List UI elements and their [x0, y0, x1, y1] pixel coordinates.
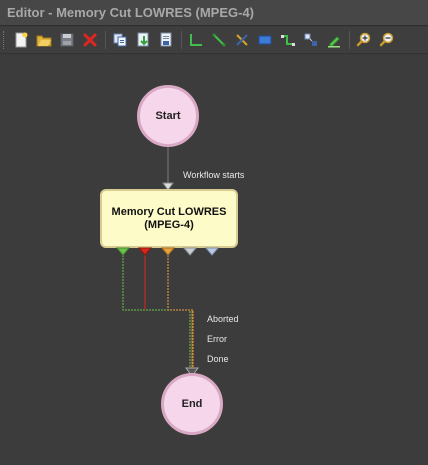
cut-connection-button[interactable]: [232, 30, 252, 50]
route-connector-button[interactable]: [278, 30, 298, 50]
workflow-canvas[interactable]: Start Workflow starts Memory Cut LOWRES …: [0, 55, 428, 465]
save-button[interactable]: [57, 30, 77, 50]
folder-open-icon: [36, 32, 52, 48]
zoom-out-icon: [379, 32, 395, 48]
outcome-label-aborted: Aborted: [207, 314, 239, 324]
zoom-in-icon: [356, 32, 372, 48]
delete-button[interactable]: [80, 30, 100, 50]
export-button[interactable]: [156, 30, 176, 50]
port-extra-1[interactable]: [182, 247, 198, 256]
outcome-label-done: Done: [207, 354, 229, 364]
zoom-in-button[interactable]: [354, 30, 374, 50]
route-connector-icon: [280, 32, 296, 48]
export-icon: [158, 32, 174, 48]
port-aborted[interactable]: [115, 247, 131, 256]
end-node[interactable]: End: [161, 373, 223, 435]
add-box-button[interactable]: [255, 30, 275, 50]
window-title: Editor - Memory Cut LOWRES (MPEG-4): [0, 0, 428, 26]
toolbar-separator: [105, 31, 106, 49]
rectangle-icon: [257, 32, 273, 48]
straight-connector-icon: [211, 32, 227, 48]
scissors-icon: [234, 32, 250, 48]
align-button[interactable]: [301, 30, 321, 50]
outcome-label-error: Error: [207, 334, 227, 344]
red-x-icon: [82, 32, 98, 48]
toolbar: [0, 27, 428, 54]
zoom-out-button[interactable]: [377, 30, 397, 50]
copy-icon: [112, 32, 128, 48]
new-button[interactable]: [11, 30, 31, 50]
connector-straight-button[interactable]: [209, 30, 229, 50]
toolbar-separator: [349, 31, 350, 49]
connector-elbow-button[interactable]: [186, 30, 206, 50]
floppy-disk-icon: [59, 32, 75, 48]
highlight-button[interactable]: [324, 30, 344, 50]
toolbar-grip[interactable]: [3, 31, 7, 49]
open-button[interactable]: [34, 30, 54, 50]
import-button[interactable]: [133, 30, 153, 50]
port-error[interactable]: [137, 247, 153, 256]
port-extra-2[interactable]: [204, 247, 220, 256]
import-icon: [135, 32, 151, 48]
elbow-connector-icon: [188, 32, 204, 48]
port-done[interactable]: [160, 247, 176, 256]
copy-button[interactable]: [110, 30, 130, 50]
new-document-icon: [13, 32, 29, 48]
toolbar-separator: [181, 31, 182, 49]
editor-window: Editor - Memory Cut LOWRES (MPEG-4) Star…: [0, 0, 428, 465]
pen-icon: [326, 32, 342, 48]
align-icon: [303, 32, 319, 48]
